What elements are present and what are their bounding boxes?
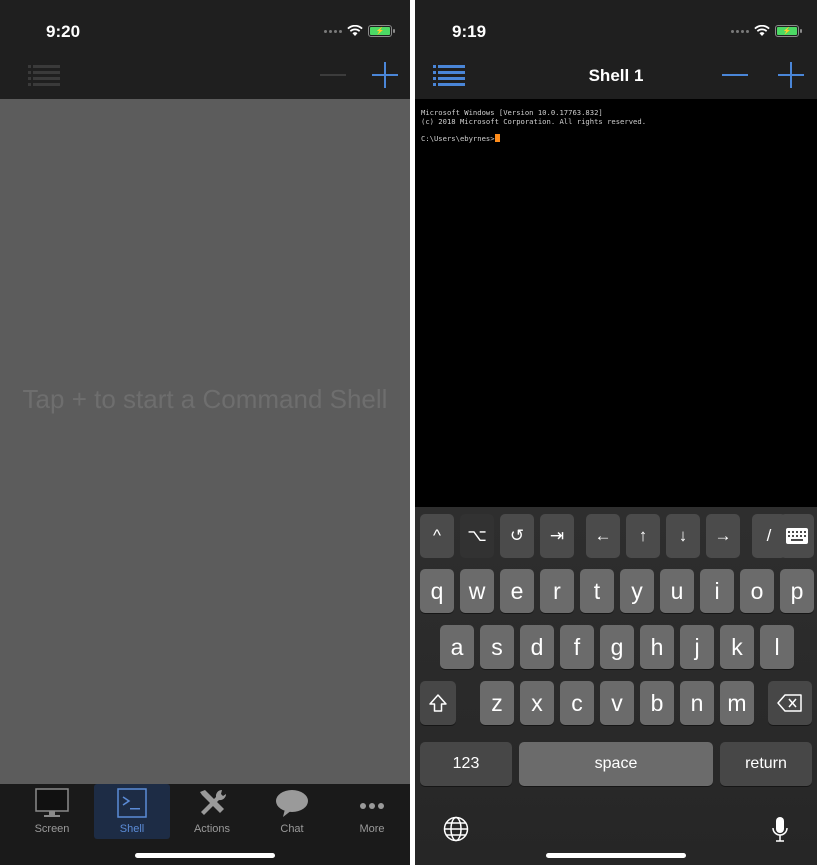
- tab-label: Chat: [280, 823, 304, 835]
- signal-icon: [324, 29, 342, 33]
- nav-bar: [0, 54, 410, 99]
- key-k[interactable]: k: [720, 625, 754, 669]
- signal-icon: [731, 29, 749, 33]
- terminal-icon: [117, 788, 147, 818]
- key-y[interactable]: y: [620, 569, 654, 613]
- remove-shell-button[interactable]: [320, 62, 346, 88]
- key-f[interactable]: f: [560, 625, 594, 669]
- status-time: 9:19: [452, 22, 487, 41]
- chat-bubble-icon: [276, 790, 308, 817]
- tab-label: More: [359, 823, 385, 835]
- backspace-key[interactable]: [768, 681, 812, 725]
- status-bar: 9:20 ⚡: [0, 0, 410, 54]
- tab-key[interactable]: ⇥: [540, 514, 574, 558]
- key-c[interactable]: c: [560, 681, 594, 725]
- tab-screen[interactable]: Screen: [14, 784, 90, 839]
- more-dots-icon: [360, 803, 384, 809]
- key-a[interactable]: a: [440, 625, 474, 669]
- list-icon[interactable]: [28, 62, 60, 88]
- tools-icon: [200, 789, 227, 815]
- key-b[interactable]: b: [640, 681, 674, 725]
- right-arrow-key[interactable]: →: [706, 514, 740, 558]
- key-n[interactable]: n: [680, 681, 714, 725]
- terminal-output[interactable]: Microsoft Windows [Version 10.0.17763.83…: [415, 99, 817, 507]
- right-screen: 9:19 ⚡ Shell 1 Microsoft Windows [Versio…: [415, 0, 817, 865]
- add-shell-button[interactable]: [372, 62, 398, 88]
- monitor-icon: [35, 788, 69, 817]
- nav-bar: Shell 1: [415, 54, 817, 99]
- key-d[interactable]: d: [520, 625, 554, 669]
- status-icons: ⚡: [324, 25, 395, 37]
- tab-chat[interactable]: Chat: [254, 784, 330, 839]
- tab-label: Screen: [34, 823, 70, 835]
- shift-icon: [429, 694, 447, 712]
- status-icons: ⚡: [731, 25, 802, 37]
- history-key[interactable]: ↺: [500, 514, 534, 558]
- key-r[interactable]: r: [540, 569, 574, 613]
- add-shell-button[interactable]: [778, 62, 804, 88]
- backspace-icon: [777, 694, 802, 712]
- key-i[interactable]: i: [700, 569, 734, 613]
- key-h[interactable]: h: [640, 625, 674, 669]
- empty-hint-text: Tap + to start a Command Shell: [22, 384, 388, 414]
- key-j[interactable]: j: [680, 625, 714, 669]
- globe-icon[interactable]: [443, 816, 469, 842]
- terminal-cursor: [494, 134, 500, 142]
- keyboard-icon: [786, 528, 808, 544]
- terminal-line: Microsoft Windows [Version 10.0.17763.83…: [421, 108, 603, 117]
- key-p[interactable]: p: [780, 569, 814, 613]
- shift-key[interactable]: [420, 681, 456, 725]
- down-arrow-key[interactable]: ↓: [666, 514, 700, 558]
- terminal-line: (c) 2018 Microsoft Corporation. All righ…: [421, 117, 647, 126]
- left-arrow-key[interactable]: ←: [586, 514, 620, 558]
- space-key[interactable]: space: [519, 742, 713, 786]
- tab-actions[interactable]: Actions: [174, 784, 250, 839]
- nav-title: Shell 1: [588, 66, 644, 85]
- keyboard-toggle-button[interactable]: [780, 514, 814, 558]
- battery-icon: ⚡: [775, 25, 802, 37]
- remove-shell-button[interactable]: [722, 62, 748, 88]
- microphone-icon[interactable]: [771, 816, 789, 844]
- empty-shell-area: Tap + to start a Command Shell: [0, 99, 410, 784]
- status-time: 9:20: [46, 22, 81, 41]
- status-bar: 9:19 ⚡: [415, 0, 817, 54]
- tab-shell[interactable]: Shell: [94, 784, 170, 839]
- key-v[interactable]: v: [600, 681, 634, 725]
- wifi-icon: [754, 25, 770, 36]
- terminal-prompt: C:\Users\ebyrnes>: [421, 134, 495, 143]
- key-u[interactable]: u: [660, 569, 694, 613]
- key-t[interactable]: t: [580, 569, 614, 613]
- key-o[interactable]: o: [740, 569, 774, 613]
- key-w[interactable]: w: [460, 569, 494, 613]
- key-z[interactable]: z: [480, 681, 514, 725]
- battery-icon: ⚡: [368, 25, 395, 37]
- key-x[interactable]: x: [520, 681, 554, 725]
- key-g[interactable]: g: [600, 625, 634, 669]
- tab-more[interactable]: More: [334, 784, 410, 839]
- ctrl-key[interactable]: ^: [420, 514, 454, 558]
- return-key[interactable]: return: [720, 742, 812, 786]
- up-arrow-key[interactable]: ↑: [626, 514, 660, 558]
- tab-label: Shell: [119, 823, 145, 835]
- key-s[interactable]: s: [480, 625, 514, 669]
- key-m[interactable]: m: [720, 681, 754, 725]
- home-indicator: [135, 853, 275, 858]
- terminal-prompt-line: C:\Users\ebyrnes>: [421, 134, 811, 143]
- key-e[interactable]: e: [500, 569, 534, 613]
- tab-label: Actions: [193, 823, 231, 835]
- key-q[interactable]: q: [420, 569, 454, 613]
- tab-bar: Screen Shell Actions Chat More: [0, 784, 410, 865]
- key-l[interactable]: l: [760, 625, 794, 669]
- home-indicator: [546, 853, 686, 858]
- option-key[interactable]: ⌥: [460, 514, 494, 558]
- left-screen: 9:20 ⚡ Tap + to start a Command Shell Sc…: [0, 0, 410, 865]
- keyboard: ^ ⌥ ↺ ⇥ ← ↑ ↓ → / q w e r t y u i o p a …: [415, 507, 817, 865]
- wifi-icon: [347, 25, 363, 36]
- numbers-key[interactable]: 123: [420, 742, 512, 786]
